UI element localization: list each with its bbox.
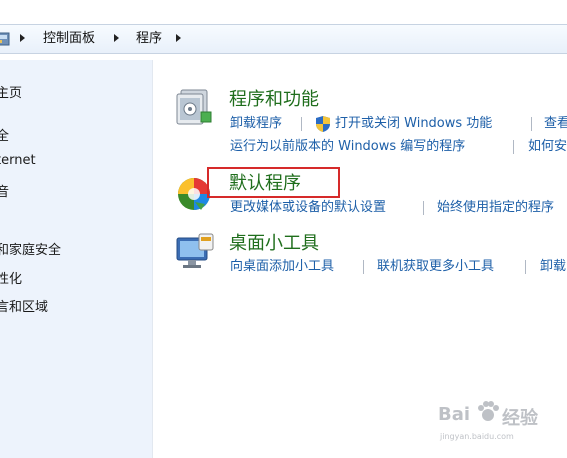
uninstall-program-link[interactable]: 卸载程序	[230, 116, 282, 132]
watermark-url: jingyan.baidu.com	[440, 432, 514, 441]
watermark-brand-suffix: 经验	[502, 408, 538, 429]
get-more-gadgets-link[interactable]: 联机获取更多小工具	[377, 259, 494, 275]
address-bar[interactable]: 控制面板 程序	[0, 24, 567, 54]
always-use-program-link[interactable]: 始终使用指定的程序	[437, 200, 554, 216]
paw-icon	[478, 401, 499, 421]
add-gadgets-link[interactable]: 向桌面添加小工具	[230, 259, 334, 275]
how-to-install-link[interactable]: 如何安	[528, 139, 567, 155]
desktop-gadgets-title[interactable]: 桌面小工具	[229, 233, 319, 255]
breadcrumb-chevron-icon[interactable]	[20, 34, 25, 42]
programs-features-icon[interactable]	[175, 86, 213, 126]
uninstall-gadget-link[interactable]: 卸载	[540, 259, 566, 275]
baidu-jingyan-watermark: Bai 经验 jingyan.baidu.com	[420, 390, 565, 450]
link-separator	[513, 140, 514, 154]
pane-divider	[152, 60, 153, 458]
programs-features-title[interactable]: 程序和功能	[229, 89, 319, 111]
sidebar-item-family-safety[interactable]: 和家庭安全	[0, 239, 61, 258]
sidebar-item-security[interactable]: 全	[0, 125, 9, 144]
run-older-programs-link[interactable]: 运行为以前版本的 Windows 编写的程序	[230, 139, 465, 155]
change-media-defaults-link[interactable]: 更改媒体或设备的默认设置	[230, 200, 386, 216]
sidebar-item-personalization[interactable]: 性化	[0, 268, 22, 287]
breadcrumb-programs[interactable]: 程序	[136, 30, 162, 48]
breadcrumb-chevron-icon[interactable]	[176, 34, 181, 42]
breadcrumb-chevron-icon[interactable]	[114, 34, 119, 42]
highlight-box	[207, 167, 340, 198]
link-separator	[363, 260, 364, 274]
link-separator	[423, 201, 424, 215]
view-installed-updates-link[interactable]: 查看	[544, 116, 567, 132]
sidebar-item-sound[interactable]: 音	[0, 181, 9, 200]
desktop-gadgets-icon[interactable]	[175, 232, 215, 272]
breadcrumb-control-panel[interactable]: 控制面板	[43, 30, 95, 48]
turn-windows-features-link[interactable]: 打开或关闭 Windows 功能	[335, 116, 492, 132]
link-separator	[301, 117, 302, 131]
link-separator	[531, 117, 532, 131]
uac-shield-icon	[316, 116, 330, 132]
left-navigation-pane: 主页 全 ternet 音 和家庭安全 性化 言和区域	[0, 60, 152, 458]
watermark-brand: Bai	[438, 404, 471, 425]
sidebar-item-internet[interactable]: ternet	[0, 153, 36, 168]
link-separator	[525, 260, 526, 274]
sidebar-item-home[interactable]: 主页	[0, 82, 22, 101]
sidebar-item-region-language[interactable]: 言和区域	[0, 296, 48, 315]
window-top-strip	[0, 0, 567, 22]
control-panel-icon	[0, 32, 10, 46]
